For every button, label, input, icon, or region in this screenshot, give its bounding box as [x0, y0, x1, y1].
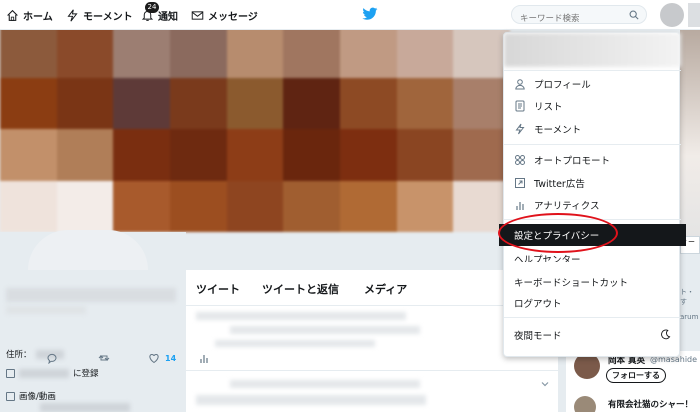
analytics-icon[interactable] [198, 352, 210, 364]
tweet-button-edge[interactable] [688, 3, 700, 27]
menu-autopromote-label: オートプロモート [534, 156, 611, 167]
menu-night-mode[interactable]: 夜間モード [504, 325, 681, 345]
search-icon[interactable] [629, 10, 639, 20]
tweet-actions [46, 352, 246, 366]
tab-media[interactable]: メディア [364, 281, 407, 297]
tweet-text-redacted-2 [215, 340, 375, 347]
profile-join-date: に登録 [6, 367, 99, 379]
envelope-icon [191, 10, 204, 20]
notification-count-badge: 24 [145, 2, 159, 13]
location-label: 住所： [6, 350, 32, 360]
menu-settings-and-privacy[interactable]: 設定とプライバシー [499, 224, 686, 246]
autopromote-icon [515, 155, 525, 165]
menu-twitter-ads-label: Twitter広告 [534, 179, 585, 190]
profile-media-link[interactable]: 画像/動画 [6, 390, 56, 402]
dropdown-divider [504, 70, 681, 71]
external-link-icon [515, 178, 525, 188]
menu-logout-label: ログアウト [514, 299, 562, 310]
menu-analytics-label: アナリティクス [534, 201, 600, 212]
home-icon [7, 9, 18, 21]
list-icon [515, 100, 525, 112]
suggested-user-2-name[interactable]: 有限会社猫のシャー！ [608, 398, 693, 410]
menu-profile[interactable]: プロフィール [504, 74, 681, 94]
nav-moments-label: モーメント [83, 11, 133, 23]
menu-profile-label: プロフィール [534, 80, 591, 91]
chevron-down-icon[interactable] [540, 379, 550, 389]
media-link-label[interactable]: 画像/動画 [19, 390, 56, 402]
menu-analytics[interactable]: アナリティクス [504, 195, 681, 215]
person-icon [515, 79, 525, 90]
tweet-text-redacted [230, 326, 420, 334]
profile-handle-redacted [6, 306, 86, 314]
join-date-redacted [19, 368, 69, 378]
menu-moments[interactable]: モーメント [504, 119, 681, 139]
menu-logout[interactable]: ログアウト [504, 293, 681, 313]
header-image-right-edge [680, 30, 700, 240]
tab-tweets[interactable]: ツイート [196, 281, 240, 297]
profile-header-image [0, 26, 510, 232]
nav-notifications-label: 通知 [158, 11, 178, 23]
tweet-2-header-redacted [230, 380, 420, 388]
dropdown-account-redacted [504, 33, 681, 67]
reply-icon[interactable] [46, 352, 58, 364]
moon-icon[interactable] [660, 329, 671, 340]
search-box[interactable] [511, 5, 647, 28]
bar-chart-icon [516, 202, 524, 210]
top-navigation-bar: ホーム モーメント 24 通知 メッセージ [0, 0, 700, 30]
dropdown-divider [504, 219, 681, 220]
tweet-divider [186, 370, 558, 371]
calendar-icon [6, 368, 15, 378]
nav-home-label: ホーム [23, 11, 53, 23]
menu-twitter-ads[interactable]: Twitter広告 [504, 173, 681, 193]
joined-label: に登録 [73, 369, 99, 379]
dropdown-divider [504, 144, 681, 145]
lightning-icon [515, 123, 525, 135]
suggested-user-2-avatar[interactable] [574, 396, 596, 412]
right-fragment-2: ト・す [680, 288, 694, 306]
menu-keyboard-label: キーボードショートカット [514, 278, 629, 289]
menu-moments-label: モーメント [534, 125, 582, 136]
nav-home[interactable]: ホーム [6, 7, 53, 23]
nav-messages[interactable]: メッセージ [191, 7, 258, 23]
profile-name-redacted [6, 288, 176, 302]
tweet-header-redacted [196, 312, 406, 320]
menu-autopromote[interactable]: オートプロモート [504, 150, 681, 170]
tweet-2-text-redacted [196, 395, 426, 405]
menu-keyboard-shortcuts[interactable]: キーボードショートカット [504, 272, 681, 292]
retweet-icon[interactable] [98, 352, 110, 364]
like-count: 14 [165, 354, 177, 363]
menu-help-center[interactable]: ヘルプセンター [504, 246, 681, 263]
profile-avatar-outline [28, 230, 148, 270]
twitter-bird-icon[interactable] [362, 7, 378, 21]
menu-night-mode-label: 夜間モード [514, 331, 562, 342]
right-fragment-3: arum [680, 313, 699, 321]
nav-moments[interactable]: モーメント [66, 7, 133, 23]
tab-tweets-and-replies[interactable]: ツイートと返信 [262, 281, 339, 297]
account-dropdown-menu: プロフィール リスト モーメント オートプロモート Twitter広告 アナリテ… [499, 32, 686, 357]
twitter-profile-page: ホーム モーメント 24 通知 メッセージ キーワード検索 住所： に登録 画像… [0, 0, 700, 412]
menu-lists-label: リスト [534, 102, 563, 113]
nav-messages-label: メッセージ [208, 11, 258, 23]
follow-button[interactable]: フォローする [606, 368, 666, 383]
search-input[interactable] [512, 10, 622, 28]
menu-lists[interactable]: リスト [504, 96, 681, 116]
image-icon [6, 391, 15, 401]
like-heart-icon[interactable] [148, 352, 160, 364]
account-avatar-button[interactable] [660, 3, 684, 27]
menu-settings-label: 設定とプライバシー [514, 231, 600, 242]
media-thumbnails-redacted [40, 403, 130, 412]
lightning-icon [67, 9, 78, 21]
menu-help-label: ヘルプセンター [514, 254, 581, 263]
dropdown-divider [504, 317, 681, 318]
